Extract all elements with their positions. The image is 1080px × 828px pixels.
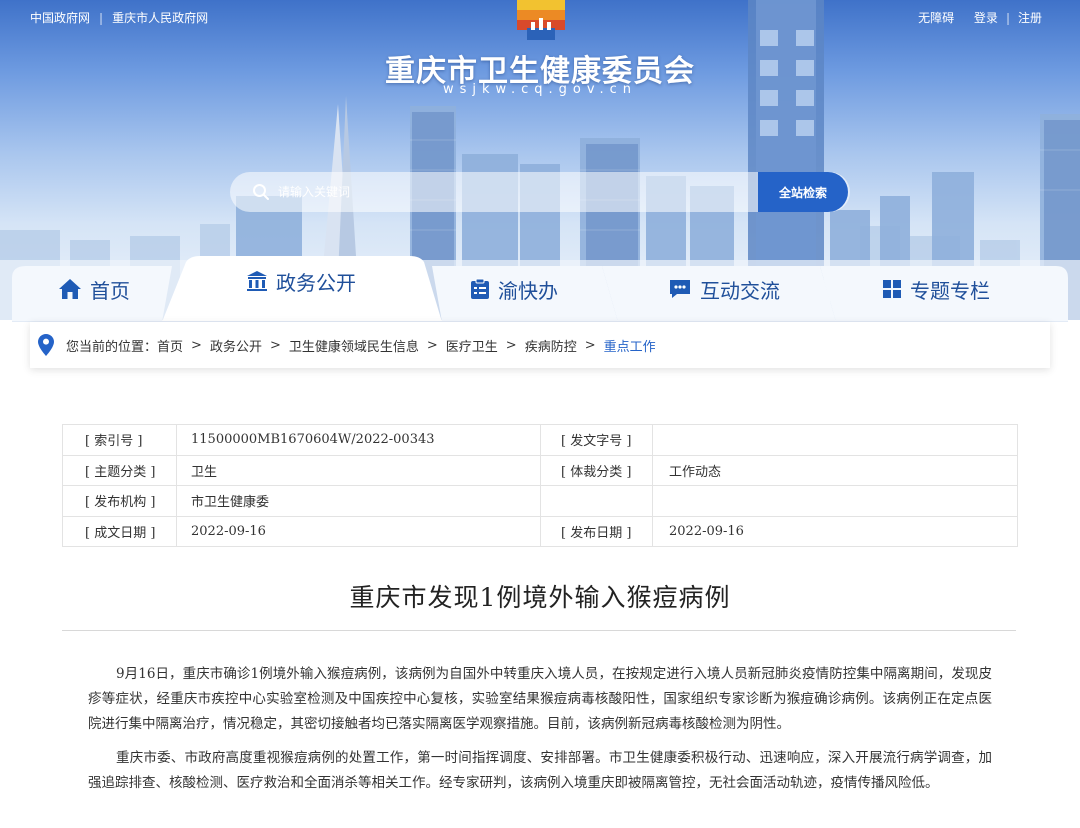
search-icon	[253, 184, 269, 200]
breadcrumb-item-livelihood[interactable]: 卫生健康领域民生信息	[289, 336, 419, 355]
topic-value: 卫生	[176, 454, 541, 486]
top-links-right: 无障碍 登录 | 注册	[918, 9, 1042, 26]
article-paragraph-1: 9月16日，重庆市确诊1例境外输入猴痘病例，该病例为自国外中转重庆入境人员，在按…	[88, 666, 992, 732]
breadcrumb-separator: >	[426, 337, 438, 353]
made-date-label: [ 成文日期 ]	[62, 515, 177, 547]
divider: |	[1005, 11, 1010, 25]
link-login[interactable]: 登录	[974, 11, 998, 25]
site-search-button[interactable]: 全站检索	[758, 172, 848, 212]
document-info-table: [ 索引号 ] 11500000MB1670604W/2022-00343 [ …	[62, 424, 1018, 547]
tab-gov-label: 政务公开	[276, 270, 356, 295]
top-links-left: 中国政府网 | 重庆市人民政府网	[30, 9, 208, 26]
breadcrumb-item-medical[interactable]: 医疗卫生	[446, 336, 498, 355]
index-label: [ 索引号 ]	[62, 424, 177, 456]
table-row: [ 成文日期 ] 2022-09-16 [ 发布日期 ] 2022-09-16	[62, 515, 1018, 547]
table-row: [ 索引号 ] 11500000MB1670604W/2022-00343 [ …	[62, 424, 1018, 456]
tab-home[interactable]: 首页	[58, 272, 130, 306]
home-icon	[59, 279, 81, 299]
link-barrier-free[interactable]: 无障碍	[918, 11, 954, 25]
topic-label: [ 主题分类 ]	[62, 454, 177, 486]
link-china-gov[interactable]: 中国政府网	[30, 9, 90, 26]
search-input[interactable]	[278, 181, 738, 203]
breadcrumb: 您当前的位置： 首页 > 政务公开 > 卫生健康领域民生信息 > 医疗卫生 > …	[30, 322, 1050, 368]
tab-home-label: 首页	[90, 278, 130, 303]
made-date-value: 2022-09-16	[176, 515, 541, 547]
org-value: 市卫生健康委	[176, 485, 541, 517]
clipboard-icon	[471, 278, 489, 299]
table-row: [ 发布机构 ] 市卫生健康委	[62, 485, 1018, 517]
table-row: [ 主题分类 ] 卫生 [ 体裁分类 ] 工作动态	[62, 454, 1018, 486]
link-register[interactable]: 注册	[1018, 11, 1042, 25]
breadcrumb-separator: >	[269, 337, 281, 353]
index-value: 11500000MB1670604W/2022-00343	[176, 424, 541, 456]
genre-value: 工作动态	[652, 454, 1018, 486]
tab-interaction[interactable]: 互动交流	[668, 272, 780, 306]
tab-topics[interactable]: 专题专栏	[882, 272, 990, 306]
building-icon	[247, 271, 267, 291]
pub-date-value: 2022-09-16	[652, 515, 1018, 547]
doc-number-label: [ 发文字号 ]	[540, 424, 653, 456]
site-domain: wsjkw.cq.gov.cn	[442, 82, 638, 97]
org-label: [ 发布机构 ]	[62, 485, 177, 517]
breadcrumb-item-home[interactable]: 首页	[157, 336, 183, 355]
pub-date-label: [ 发布日期 ]	[540, 515, 653, 547]
divider: |	[99, 11, 104, 25]
link-cq-gov[interactable]: 重庆市人民政府网	[112, 9, 208, 26]
tab-yu-label: 渝快办	[498, 278, 558, 303]
emblem-logo	[517, 0, 565, 40]
genre-label: [ 体裁分类 ]	[540, 454, 653, 486]
breadcrumb-separator: >	[584, 337, 596, 353]
empty-cell	[652, 485, 1018, 517]
divider	[962, 11, 966, 25]
article-paragraph-2: 重庆市委、市政府高度重视猴痘病例的处置工作，第一时间指挥调度、安排部署。市卫生健…	[88, 750, 992, 791]
doc-number-value	[652, 424, 1018, 456]
empty-cell	[540, 485, 653, 517]
breadcrumb-item-gov[interactable]: 政务公开	[210, 336, 262, 355]
article-title: 重庆市发现1例境外输入猴痘病例	[349, 583, 731, 612]
breadcrumb-prefix: 您当前的位置：	[66, 339, 158, 355]
tab-topics-label: 专题专栏	[910, 278, 990, 303]
chat-icon	[670, 280, 690, 298]
tab-interaction-label: 互动交流	[700, 278, 780, 303]
grid-icon	[883, 280, 901, 298]
main-nav: 首页 政务公开 渝快办 互动交流 专题专栏	[12, 256, 1068, 322]
tab-government-affairs[interactable]: 政务公开	[246, 264, 356, 298]
breadcrumb-current[interactable]: 重点工作	[604, 336, 656, 355]
breadcrumb-separator: >	[191, 337, 202, 353]
location-pin-icon	[38, 334, 54, 356]
breadcrumb-separator: >	[505, 337, 517, 353]
title-divider	[62, 630, 1016, 631]
tab-yu-kuai-ban[interactable]: 渝快办	[470, 272, 558, 306]
breadcrumb-item-disease[interactable]: 疾病防控	[525, 336, 577, 355]
